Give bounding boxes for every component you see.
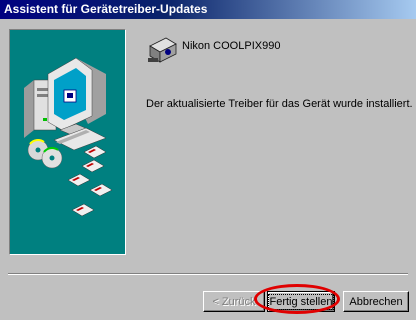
back-button[interactable]: < Zurück	[203, 291, 265, 312]
window-title: Assistent für Gerätetreiber-Updates	[4, 2, 208, 16]
wizard-illustration-panel	[9, 29, 126, 255]
wizard-window: Assistent für Gerätetreiber-Updates Niko…	[0, 0, 416, 320]
back-button-label: < Zurück	[212, 295, 256, 308]
device-name: Nikon COOLPIX990	[182, 40, 281, 52]
status-message: Der aktualisierte Treiber für das Gerät …	[146, 98, 413, 110]
cancel-button[interactable]: Abbrechen	[343, 291, 409, 312]
computer-with-disks-illustration	[24, 57, 113, 217]
separator	[8, 273, 408, 275]
finish-button-label: Fertig stellen	[267, 293, 335, 310]
finish-button[interactable]: Fertig stellen	[267, 291, 335, 312]
camera-device-icon	[148, 37, 177, 63]
cancel-button-label: Abbrechen	[349, 295, 403, 308]
title-bar[interactable]: Assistent für Gerätetreiber-Updates	[0, 0, 416, 19]
